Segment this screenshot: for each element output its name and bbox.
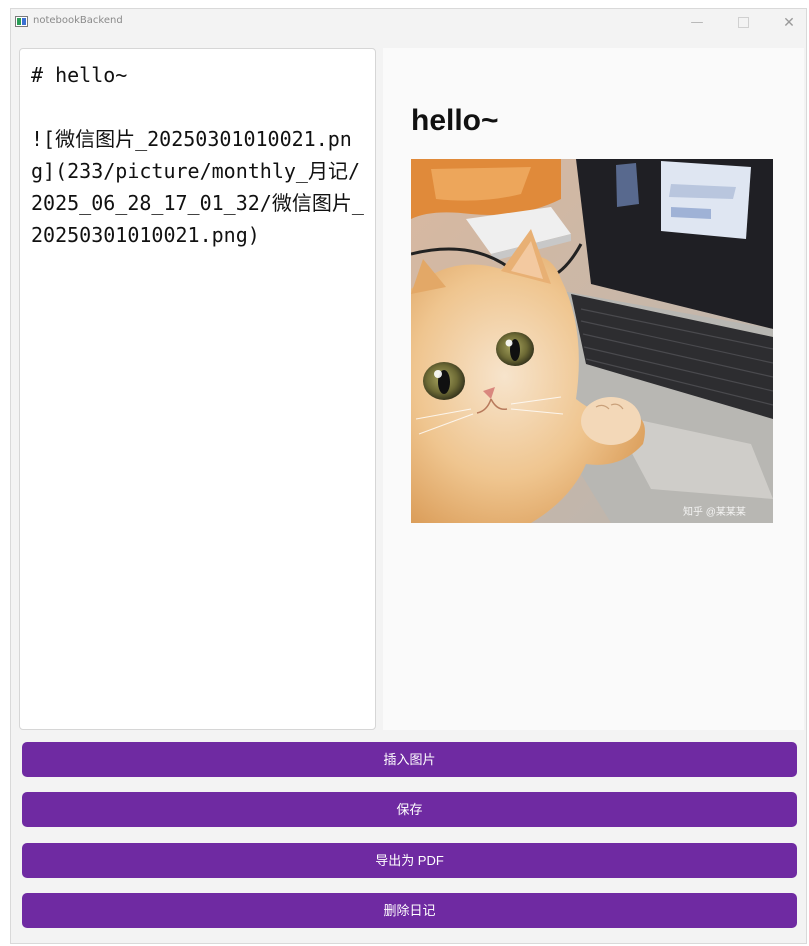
watermark-text: 知乎 @某某某 xyxy=(683,505,746,518)
app-window: notebookBackend — ✕ # hello~ ![微信图片_2025… xyxy=(10,8,807,944)
save-button[interactable]: 保存 xyxy=(22,792,797,827)
markdown-preview: hello~ 知乎 @某某某 xyxy=(383,48,804,730)
app-icon xyxy=(15,16,28,27)
maximize-icon xyxy=(737,17,749,28)
window-title: notebookBackend xyxy=(33,15,123,26)
preview-image: 知乎 @某某某 xyxy=(411,159,773,523)
minimize-button[interactable]: — xyxy=(679,13,715,33)
close-button[interactable]: ✕ xyxy=(771,13,807,33)
insert-image-button[interactable]: 插入图片 xyxy=(22,742,797,777)
title-bar[interactable]: notebookBackend — ✕ xyxy=(11,9,806,36)
markdown-editor[interactable]: # hello~ ![微信图片_20250301010021.png](233/… xyxy=(19,48,376,730)
preview-heading: hello~ xyxy=(411,104,499,137)
export-pdf-button[interactable]: 导出为 PDF xyxy=(22,843,797,878)
maximize-button[interactable] xyxy=(725,13,761,33)
delete-diary-button[interactable]: 删除日记 xyxy=(22,893,797,928)
cat-photo-icon: 知乎 @某某某 xyxy=(411,159,773,523)
